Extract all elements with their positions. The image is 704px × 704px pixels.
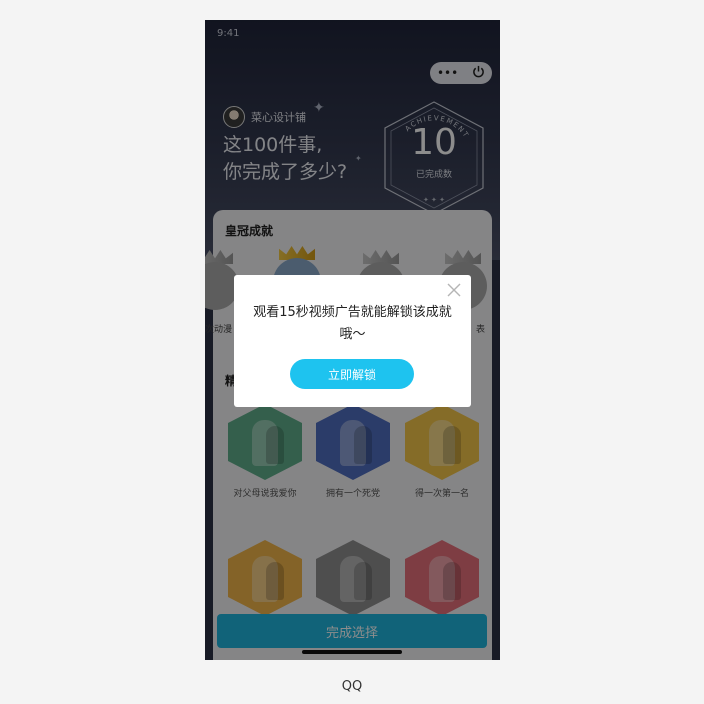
close-icon[interactable] [445,281,463,299]
caption: QQ [341,679,363,694]
unlock-now-button[interactable]: 立即解锁 [290,359,414,389]
unlock-dialog: 观看15秒视频广告就能解锁该成就哦～ 立即解锁 [234,275,471,407]
dialog-message: 观看15秒视频广告就能解锁该成就哦～ [253,305,452,342]
phone-screen: 9:41 ••• 菜心设计铺 ✦ ✦ 这100件事, 你完成了多少? ACHIE… [205,20,500,660]
